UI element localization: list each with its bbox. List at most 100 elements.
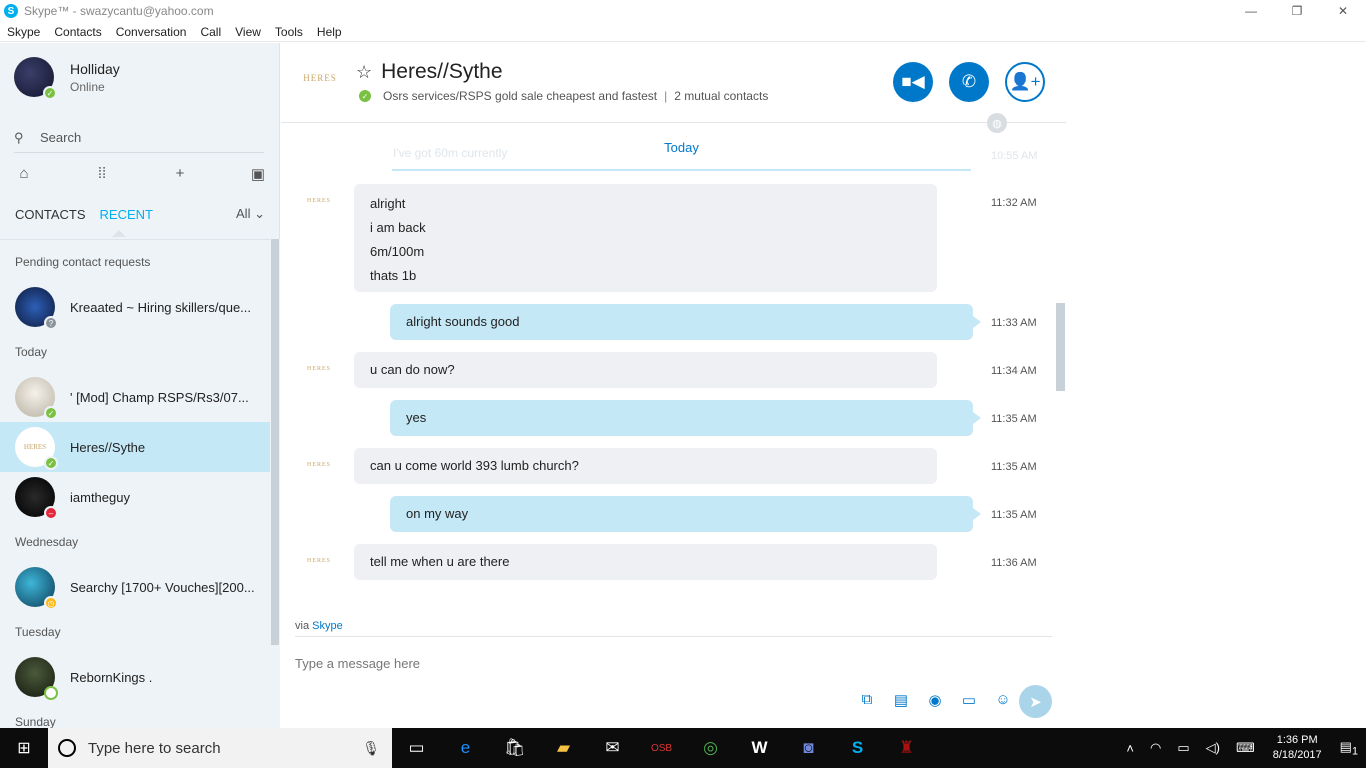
message-time: 11:35 AM xyxy=(991,509,1037,521)
tab-recent[interactable]: RECENT xyxy=(100,207,153,222)
osb-app-icon[interactable]: OSB xyxy=(637,728,686,768)
emoticon-icon[interactable]: ☺ xyxy=(986,691,1020,709)
profile[interactable]: ✓ Holliday Online xyxy=(14,57,120,100)
chat-scrollbar-thumb[interactable] xyxy=(1056,303,1065,391)
contact-card-icon[interactable]: ▣ xyxy=(248,165,268,183)
faded-timestamp: 10:55 AM xyxy=(991,150,1038,162)
contact-name: Heres//Sythe xyxy=(70,439,146,455)
menu-tools[interactable]: Tools xyxy=(268,25,310,39)
section-pending: Pending contact requests xyxy=(15,255,151,269)
wifi-icon[interactable]: ◠ xyxy=(1142,740,1169,756)
via-skype-link[interactable]: Skype xyxy=(312,620,343,632)
offline-status-icon xyxy=(44,686,58,700)
menu-call[interactable]: Call xyxy=(193,25,228,39)
discord-icon[interactable]: ◙ xyxy=(784,728,833,768)
menu-conversation[interactable]: Conversation xyxy=(109,25,194,39)
tab-contacts[interactable]: CONTACTS xyxy=(15,207,86,222)
do-not-disturb-icon: – xyxy=(44,506,58,520)
skype-taskbar-icon[interactable]: S xyxy=(833,728,882,768)
media-gallery-icon[interactable]: ⧉ xyxy=(850,691,884,709)
minimize-button[interactable]: — xyxy=(1228,0,1274,22)
clock[interactable]: 1:36 PM 8/18/2017 xyxy=(1263,733,1332,763)
menu-help[interactable]: Help xyxy=(310,25,349,39)
conversation-header: HERES ☆ Heres//Sythe ✓ Osrs services/RSP… xyxy=(281,43,1066,133)
edge-browser-icon[interactable]: e xyxy=(441,728,490,768)
phone-icon: ✆ xyxy=(961,72,977,91)
outgoing-message[interactable]: yes xyxy=(390,400,981,436)
close-button[interactable]: ✕ xyxy=(1320,0,1366,22)
online-status-icon: ✓ xyxy=(44,406,58,420)
mail-icon[interactable]: ✉ xyxy=(588,728,637,768)
menu-skype[interactable]: Skype xyxy=(0,25,47,39)
conversation-title: Heres//Sythe xyxy=(381,60,503,83)
file-explorer-icon[interactable]: ▰ xyxy=(539,728,588,768)
pending-status-icon: ? xyxy=(44,316,58,330)
online-status-icon: ✓ xyxy=(359,90,371,102)
search-icon: ⚲ xyxy=(14,129,24,145)
heres-logo-icon: HERES xyxy=(23,443,47,451)
video-call-button[interactable]: ■◀ xyxy=(893,62,933,102)
taskbar: ⊞ Type here to search 🎙 ▭ e 🛍 ▰ ✉ OSB ◎ … xyxy=(0,728,1366,768)
send-file-icon[interactable]: ▤ xyxy=(884,691,918,709)
via-label: via Skype xyxy=(295,620,343,632)
separator: | xyxy=(664,89,668,103)
title-bar: S Skype™ - swazycantu@yahoo.com — ❐ ✕ xyxy=(0,0,1366,22)
taskbar-search-input[interactable]: Type here to search xyxy=(88,740,221,757)
windows-start-icon[interactable]: ⊞ xyxy=(0,728,48,768)
chrome-icon[interactable]: ◎ xyxy=(686,728,735,768)
incoming-message[interactable]: alright i am back 6m/100m thats 1b xyxy=(354,184,937,292)
search-box[interactable]: ⚲ Search xyxy=(14,123,264,153)
favorite-star-icon[interactable]: ☆ xyxy=(356,62,372,83)
microphone-icon[interactable]: 🎙 xyxy=(362,740,380,757)
outgoing-message[interactable]: alright sounds good xyxy=(390,304,981,340)
incoming-message[interactable]: tell me when u are there xyxy=(354,544,937,580)
avatar: ✓ xyxy=(15,377,58,420)
list-item[interactable]: ◷ Searchy [1700+ Vouches][200... xyxy=(0,562,270,612)
message-input[interactable] xyxy=(295,652,995,674)
horde-app-icon[interactable]: ♜ xyxy=(882,728,931,768)
incoming-message[interactable]: u can do now? xyxy=(354,352,937,388)
add-contact-button[interactable]: 👤+ xyxy=(1005,62,1045,102)
mutual-contacts-link[interactable]: 2 mutual contacts xyxy=(674,89,768,103)
store-icon[interactable]: 🛍 xyxy=(490,728,539,768)
voice-call-button[interactable]: ✆ xyxy=(949,62,989,102)
w-app-icon[interactable]: W xyxy=(735,728,784,768)
menu-contacts[interactable]: Contacts xyxy=(47,25,108,39)
outgoing-message[interactable]: on my way xyxy=(390,496,981,532)
menu-view[interactable]: View xyxy=(228,25,268,39)
avatar: ✓ xyxy=(14,57,57,100)
video-camera-icon: ■◀ xyxy=(901,72,925,91)
show-hidden-icons-icon[interactable]: ˄ xyxy=(1118,741,1142,756)
dialpad-icon[interactable]: ⁞⁞ xyxy=(92,165,112,183)
contact-name: RebornKings . xyxy=(70,669,153,685)
task-view-icon[interactable]: ▭ xyxy=(392,728,441,768)
battery-icon[interactable]: ▭ xyxy=(1169,740,1197,756)
maximize-button[interactable]: ❐ xyxy=(1274,0,1320,22)
online-status-icon: ✓ xyxy=(43,86,57,100)
message-time: 11:34 AM xyxy=(991,365,1037,377)
incoming-message[interactable]: can u come world 393 lumb church? xyxy=(354,448,937,484)
list-item[interactable]: – iamtheguy xyxy=(0,472,270,522)
sidebar-scrollbar-thumb[interactable] xyxy=(271,239,279,645)
profile-status: Online xyxy=(70,79,105,94)
section-tuesday: Tuesday xyxy=(15,625,61,639)
search-input[interactable]: Search xyxy=(40,130,81,145)
list-item[interactable]: RebornKings . xyxy=(0,652,270,702)
away-status-icon: ◷ xyxy=(44,596,58,610)
add-icon[interactable]: + xyxy=(170,165,190,183)
filter-dropdown[interactable]: All ⌄ xyxy=(236,206,265,222)
notification-icon[interactable]: ▤1 xyxy=(1332,739,1366,758)
home-icon[interactable]: ⌂ xyxy=(14,165,34,183)
list-item[interactable]: ✓ ' [Mod] Champ RSPS/Rs3/07... xyxy=(0,372,270,422)
avatar: – xyxy=(15,477,58,520)
taskbar-search[interactable]: Type here to search 🎙 xyxy=(48,728,392,768)
avatar: ◷ xyxy=(15,567,58,610)
video-message-icon[interactable]: ◉ xyxy=(918,691,952,709)
keyboard-icon[interactable]: ⌨ xyxy=(1228,740,1263,756)
send-button[interactable]: ➤ xyxy=(1019,685,1052,718)
volume-icon[interactable]: ◁) xyxy=(1198,740,1228,756)
list-item-selected[interactable]: HERES ✓ Heres//Sythe xyxy=(0,422,270,472)
send-contact-icon[interactable]: ▭ xyxy=(952,691,986,709)
list-item[interactable]: ? Kreaated ~ Hiring skillers/que... xyxy=(0,282,270,332)
avatar: ? xyxy=(15,287,58,330)
